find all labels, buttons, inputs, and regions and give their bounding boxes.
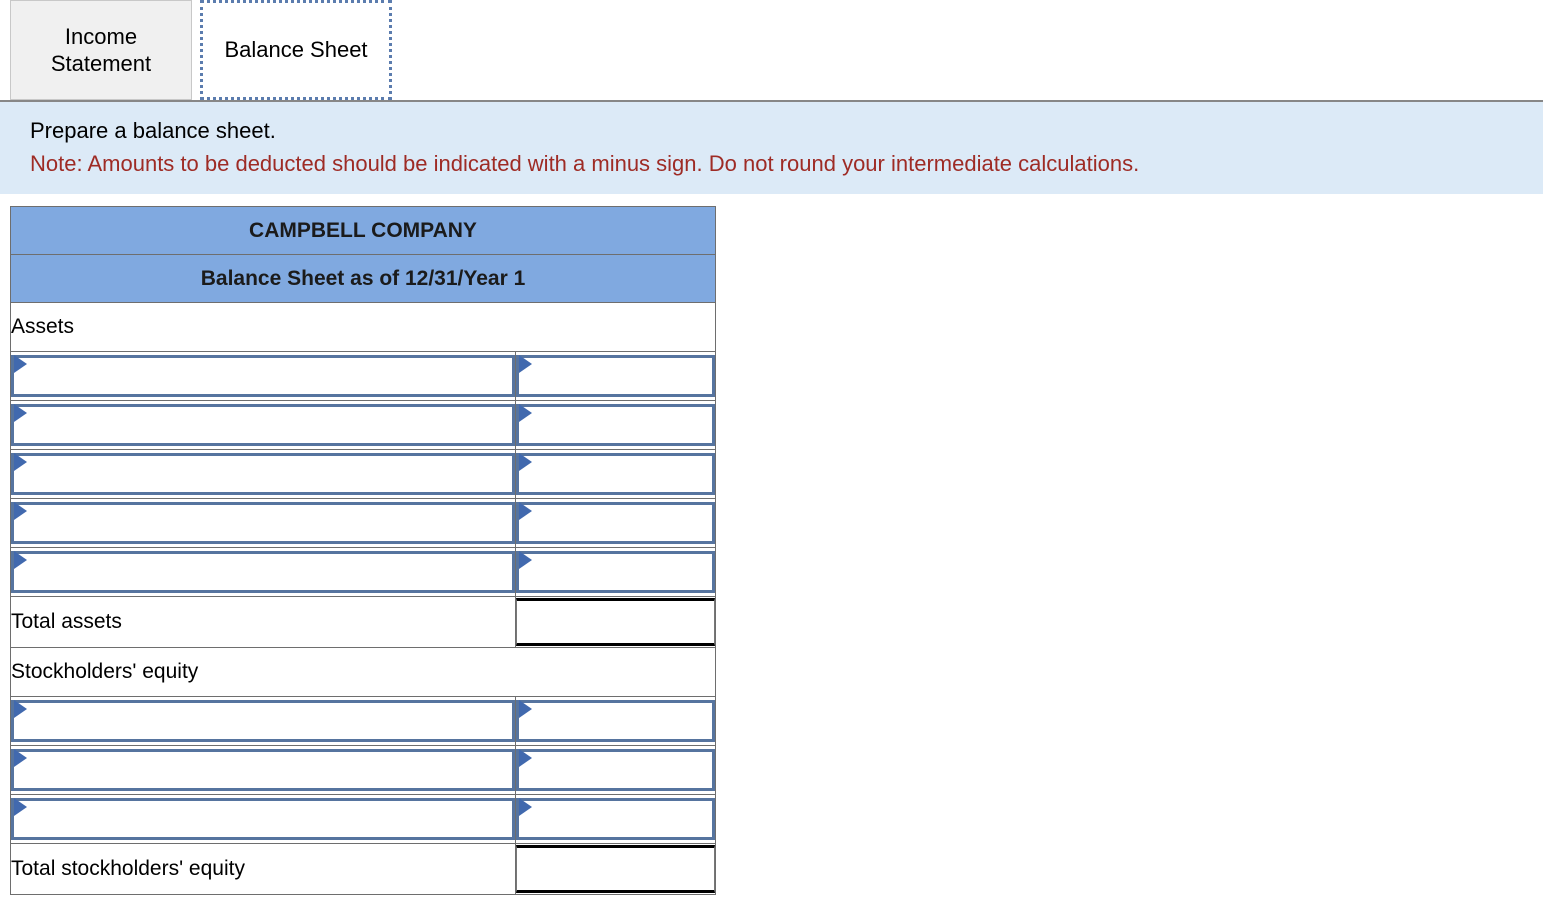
equity-row-3-label-input[interactable] bbox=[11, 798, 515, 840]
chevron-right-icon bbox=[519, 700, 532, 718]
tab-balance-sheet[interactable]: Balance Sheet bbox=[200, 0, 392, 100]
assets-row-1-label-cell bbox=[10, 351, 516, 401]
assets-row-4-amount-cell bbox=[515, 498, 716, 548]
table-row bbox=[10, 498, 716, 548]
tab-strip: Income Statement Balance Sheet bbox=[0, 0, 1543, 102]
chevron-right-icon bbox=[14, 551, 27, 569]
assets-row-1-label-input[interactable] bbox=[11, 355, 515, 397]
chevron-right-icon bbox=[14, 453, 27, 471]
assets-row-3-amount-cell bbox=[515, 449, 716, 499]
assets-row-1-amount-input[interactable] bbox=[516, 355, 715, 397]
assets-row-3-label-input[interactable] bbox=[11, 453, 515, 495]
assets-row-5-amount-cell bbox=[515, 547, 716, 597]
instruction-text: Prepare a balance sheet. bbox=[30, 118, 276, 143]
assets-row-2-label-cell bbox=[10, 400, 516, 450]
equity-row-1-amount-input[interactable] bbox=[516, 700, 715, 742]
table-row-total-equity: Total stockholders' equity bbox=[10, 843, 716, 895]
equity-row-3-amount-input[interactable] bbox=[516, 798, 715, 840]
chevron-right-icon bbox=[519, 798, 532, 816]
assets-row-3-label-cell bbox=[10, 449, 516, 499]
company-name-header: CAMPBELL COMPANY bbox=[10, 206, 716, 255]
chevron-right-icon bbox=[14, 798, 27, 816]
equity-row-2-amount-input[interactable] bbox=[516, 749, 715, 791]
total-stockholders-equity-label: Total stockholders' equity bbox=[10, 843, 516, 895]
table-row bbox=[10, 351, 716, 401]
assets-row-1-amount-cell bbox=[515, 351, 716, 401]
total-stockholders-equity-amount-input[interactable] bbox=[516, 845, 715, 893]
chevron-right-icon bbox=[519, 551, 532, 569]
table-row-total-assets: Total assets bbox=[10, 596, 716, 648]
chevron-right-icon bbox=[519, 453, 532, 471]
table-row bbox=[10, 745, 716, 795]
equity-row-3-amount-cell bbox=[515, 794, 716, 844]
table-row-section-equity: Stockholders' equity bbox=[10, 647, 716, 697]
chevron-right-icon bbox=[519, 749, 532, 767]
equity-row-3-label-cell bbox=[10, 794, 516, 844]
equity-row-1-label-input[interactable] bbox=[11, 700, 515, 742]
chevron-right-icon bbox=[14, 355, 27, 373]
assets-row-5-amount-input[interactable] bbox=[516, 551, 715, 593]
assets-row-3-amount-input[interactable] bbox=[516, 453, 715, 495]
tab-list: Income Statement Balance Sheet bbox=[0, 0, 1543, 100]
assets-row-4-label-cell bbox=[10, 498, 516, 548]
table-row-section-assets: Assets bbox=[10, 302, 716, 352]
chevron-right-icon bbox=[14, 749, 27, 767]
table-row bbox=[10, 400, 716, 450]
sheet-subtitle-header: Balance Sheet as of 12/31/Year 1 bbox=[10, 254, 716, 303]
total-assets-amount-cell bbox=[515, 596, 716, 648]
assets-row-5-label-cell bbox=[10, 547, 516, 597]
instruction-note: Note: Amounts to be deducted should be i… bbox=[30, 151, 1140, 176]
assets-row-4-label-input[interactable] bbox=[11, 502, 515, 544]
assets-row-2-label-input[interactable] bbox=[11, 404, 515, 446]
assets-row-2-amount-input[interactable] bbox=[516, 404, 715, 446]
chevron-right-icon bbox=[519, 355, 532, 373]
tab-income-statement[interactable]: Income Statement bbox=[10, 0, 192, 100]
chevron-right-icon bbox=[14, 700, 27, 718]
table-row bbox=[10, 794, 716, 844]
equity-row-2-amount-cell bbox=[515, 745, 716, 795]
table-row-company-header: CAMPBELL COMPANY bbox=[10, 206, 716, 255]
total-assets-label: Total assets bbox=[10, 596, 516, 648]
chevron-right-icon bbox=[519, 502, 532, 520]
total-stockholders-equity-amount-cell bbox=[515, 843, 716, 895]
total-assets-amount-input[interactable] bbox=[516, 598, 715, 646]
table-row-sheet-subtitle: Balance Sheet as of 12/31/Year 1 bbox=[10, 254, 716, 303]
chevron-right-icon bbox=[14, 404, 27, 422]
balance-sheet-container: CAMPBELL COMPANY Balance Sheet as of 12/… bbox=[0, 194, 1543, 895]
chevron-right-icon bbox=[14, 502, 27, 520]
chevron-right-icon bbox=[519, 404, 532, 422]
table-row bbox=[10, 449, 716, 499]
equity-row-2-label-input[interactable] bbox=[11, 749, 515, 791]
balance-sheet-table: CAMPBELL COMPANY Balance Sheet as of 12/… bbox=[10, 206, 716, 895]
equity-row-2-label-cell bbox=[10, 745, 516, 795]
instruction-banner: Prepare a balance sheet. Note: Amounts t… bbox=[0, 102, 1543, 194]
equity-row-1-label-cell bbox=[10, 696, 516, 746]
section-title-assets: Assets bbox=[10, 302, 716, 352]
assets-row-5-label-input[interactable] bbox=[11, 551, 515, 593]
assets-row-4-amount-input[interactable] bbox=[516, 502, 715, 544]
table-row bbox=[10, 696, 716, 746]
section-title-stockholders-equity: Stockholders' equity bbox=[10, 647, 716, 697]
assets-row-2-amount-cell bbox=[515, 400, 716, 450]
table-row bbox=[10, 547, 716, 597]
equity-row-1-amount-cell bbox=[515, 696, 716, 746]
